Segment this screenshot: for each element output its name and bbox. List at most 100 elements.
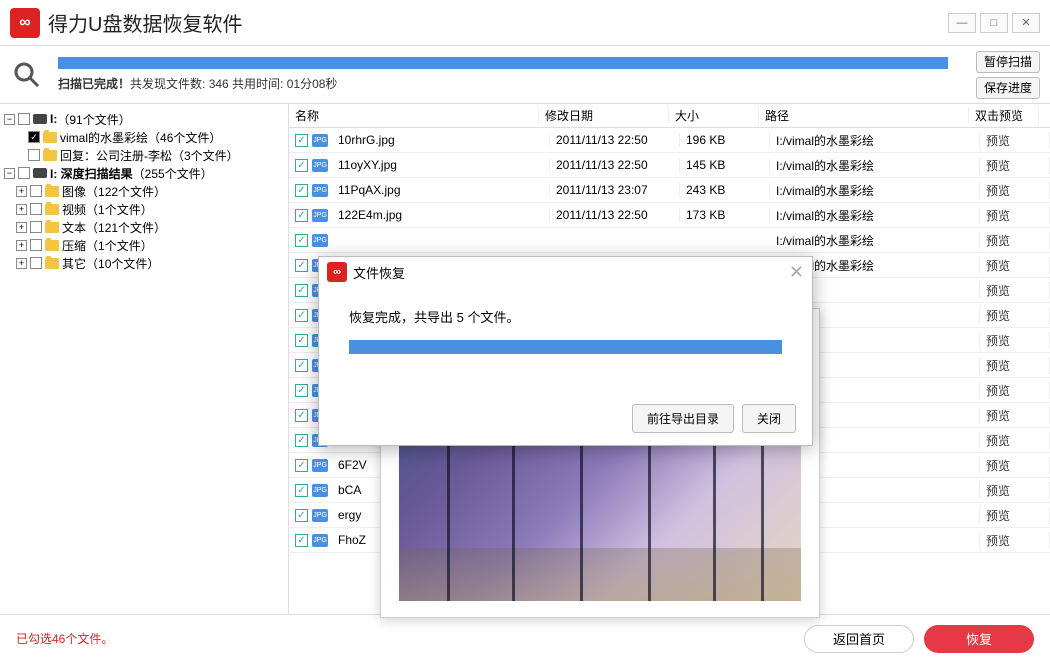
checkbox[interactable] — [28, 149, 40, 161]
row-checkbox[interactable] — [295, 434, 308, 447]
checkbox[interactable] — [28, 131, 40, 143]
row-checkbox[interactable] — [295, 509, 308, 522]
folder-icon — [43, 132, 57, 143]
filetype-icon: JPG — [312, 534, 328, 547]
table-row[interactable]: JPG122E4m.jpg2011/11/13 22:50173 KBI:/vi… — [289, 203, 1050, 228]
tree-item-other[interactable]: +其它（10个文件） — [4, 254, 284, 272]
preview-link[interactable]: 预览 — [980, 407, 1050, 424]
tree-item-text[interactable]: +文本（121个文件） — [4, 218, 284, 236]
preview-link[interactable]: 预览 — [980, 357, 1050, 374]
collapse-icon[interactable]: − — [4, 168, 15, 179]
tree-item-images[interactable]: +图像（122个文件） — [4, 182, 284, 200]
cell-name: 11oyXY.jpg — [332, 158, 550, 172]
tree-item-vimal[interactable]: vimal的水墨彩绘（46个文件） — [4, 128, 284, 146]
app-title: 得力U盘数据恢复软件 — [48, 8, 242, 37]
row-checkbox[interactable] — [295, 259, 308, 272]
col-path[interactable]: 路径 — [759, 107, 969, 124]
scan-bar: 扫描已完成！共发现文件数: 346 共用时间: 01分08秒 暂停扫描 保存进度 — [0, 46, 1050, 104]
minimize-button[interactable]: — — [948, 13, 976, 33]
preview-link[interactable]: 预览 — [980, 332, 1050, 349]
recover-button[interactable]: 恢复 — [924, 625, 1034, 653]
preview-link[interactable]: 预览 — [980, 482, 1050, 499]
dialog-title: 文件恢复 — [353, 263, 405, 282]
checkbox[interactable] — [30, 239, 42, 251]
checkbox[interactable] — [30, 203, 42, 215]
maximize-button[interactable]: □ — [980, 13, 1008, 33]
footer: 已勾选46个文件。 返回首页 恢复 — [0, 614, 1050, 662]
checkbox[interactable] — [18, 113, 30, 125]
dialog-close-icon[interactable]: ✕ — [789, 262, 804, 283]
preview-link[interactable]: 预览 — [980, 507, 1050, 524]
preview-link[interactable]: 预览 — [980, 282, 1050, 299]
checkbox[interactable] — [30, 221, 42, 233]
cell-path: I:/vimal的水墨彩绘 — [770, 207, 980, 224]
preview-link[interactable]: 预览 — [980, 307, 1050, 324]
cell-name: 11PqAX.jpg — [332, 183, 550, 197]
table-row[interactable]: JPG10rhrG.jpg2011/11/13 22:50196 KBI:/vi… — [289, 128, 1050, 153]
col-date[interactable]: 修改日期 — [539, 107, 669, 124]
row-checkbox[interactable] — [295, 159, 308, 172]
col-preview[interactable]: 双击预览 — [969, 107, 1039, 124]
preview-link[interactable]: 预览 — [980, 257, 1050, 274]
table-row[interactable]: JPG11PqAX.jpg2011/11/13 23:07243 KBI:/vi… — [289, 178, 1050, 203]
preview-link[interactable]: 预览 — [980, 132, 1050, 149]
row-checkbox[interactable] — [295, 409, 308, 422]
row-checkbox[interactable] — [295, 359, 308, 372]
pause-scan-button[interactable]: 暂停扫描 — [976, 51, 1040, 73]
tree-item-archive[interactable]: +压缩（1个文件） — [4, 236, 284, 254]
expand-icon[interactable]: + — [16, 258, 27, 269]
preview-link[interactable]: 预览 — [980, 182, 1050, 199]
filetype-icon: JPG — [312, 484, 328, 497]
save-progress-button[interactable]: 保存进度 — [976, 77, 1040, 99]
row-checkbox[interactable] — [295, 134, 308, 147]
preview-link[interactable]: 预览 — [980, 232, 1050, 249]
expand-icon[interactable]: + — [16, 204, 27, 215]
filetype-icon: JPG — [312, 159, 328, 172]
drive-icon — [33, 114, 47, 124]
cell-path: I:/vimal的水墨彩绘 — [770, 157, 980, 174]
preview-link[interactable]: 预览 — [980, 432, 1050, 449]
tree-item-reply[interactable]: 回复：公司注册-李松（3个文件） — [4, 146, 284, 164]
table-row[interactable]: JPG11oyXY.jpg2011/11/13 22:50145 KBI:/vi… — [289, 153, 1050, 178]
preview-link[interactable]: 预览 — [980, 157, 1050, 174]
row-checkbox[interactable] — [295, 284, 308, 297]
selected-count-text: 已勾选46个文件。 — [16, 630, 113, 647]
row-checkbox[interactable] — [295, 309, 308, 322]
row-checkbox[interactable] — [295, 384, 308, 397]
magnifier-icon — [10, 58, 44, 92]
preview-link[interactable]: 预览 — [980, 382, 1050, 399]
row-checkbox[interactable] — [295, 234, 308, 247]
row-checkbox[interactable] — [295, 534, 308, 547]
filetype-icon: JPG — [312, 234, 328, 247]
expand-icon[interactable]: + — [16, 186, 27, 197]
cell-path: I:/vimal的水墨彩绘 — [770, 232, 980, 249]
row-checkbox[interactable] — [295, 334, 308, 347]
filetype-icon: JPG — [312, 184, 328, 197]
tree-root-drive[interactable]: −I:（91个文件） — [4, 110, 284, 128]
goto-export-dir-button[interactable]: 前往导出目录 — [632, 404, 734, 433]
row-checkbox[interactable] — [295, 484, 308, 497]
cell-size: 243 KB — [680, 183, 770, 197]
checkbox[interactable] — [30, 257, 42, 269]
dialog-close-button[interactable]: 关闭 — [742, 404, 796, 433]
checkbox[interactable] — [30, 185, 42, 197]
row-checkbox[interactable] — [295, 209, 308, 222]
close-button[interactable]: ✕ — [1012, 13, 1040, 33]
col-name[interactable]: 名称 — [289, 107, 539, 124]
table-row[interactable]: JPG I:/vimal的水墨彩绘预览 — [289, 228, 1050, 253]
checkbox[interactable] — [18, 167, 30, 179]
expand-icon[interactable]: + — [16, 240, 27, 251]
scan-status-text: 扫描已完成！共发现文件数: 346 共用时间: 01分08秒 — [58, 75, 966, 92]
tree-item-video[interactable]: +视频（1个文件） — [4, 200, 284, 218]
preview-link[interactable]: 预览 — [980, 457, 1050, 474]
collapse-icon[interactable]: − — [4, 114, 15, 125]
back-home-button[interactable]: 返回首页 — [804, 625, 914, 653]
folder-tree: −I:（91个文件） vimal的水墨彩绘（46个文件） 回复：公司注册-李松（… — [0, 104, 289, 614]
preview-link[interactable]: 预览 — [980, 207, 1050, 224]
row-checkbox[interactable] — [295, 184, 308, 197]
expand-icon[interactable]: + — [16, 222, 27, 233]
tree-root-deepscan[interactable]: −I: 深度扫描结果（255个文件） — [4, 164, 284, 182]
preview-link[interactable]: 预览 — [980, 532, 1050, 549]
row-checkbox[interactable] — [295, 459, 308, 472]
col-size[interactable]: 大小 — [669, 107, 759, 124]
